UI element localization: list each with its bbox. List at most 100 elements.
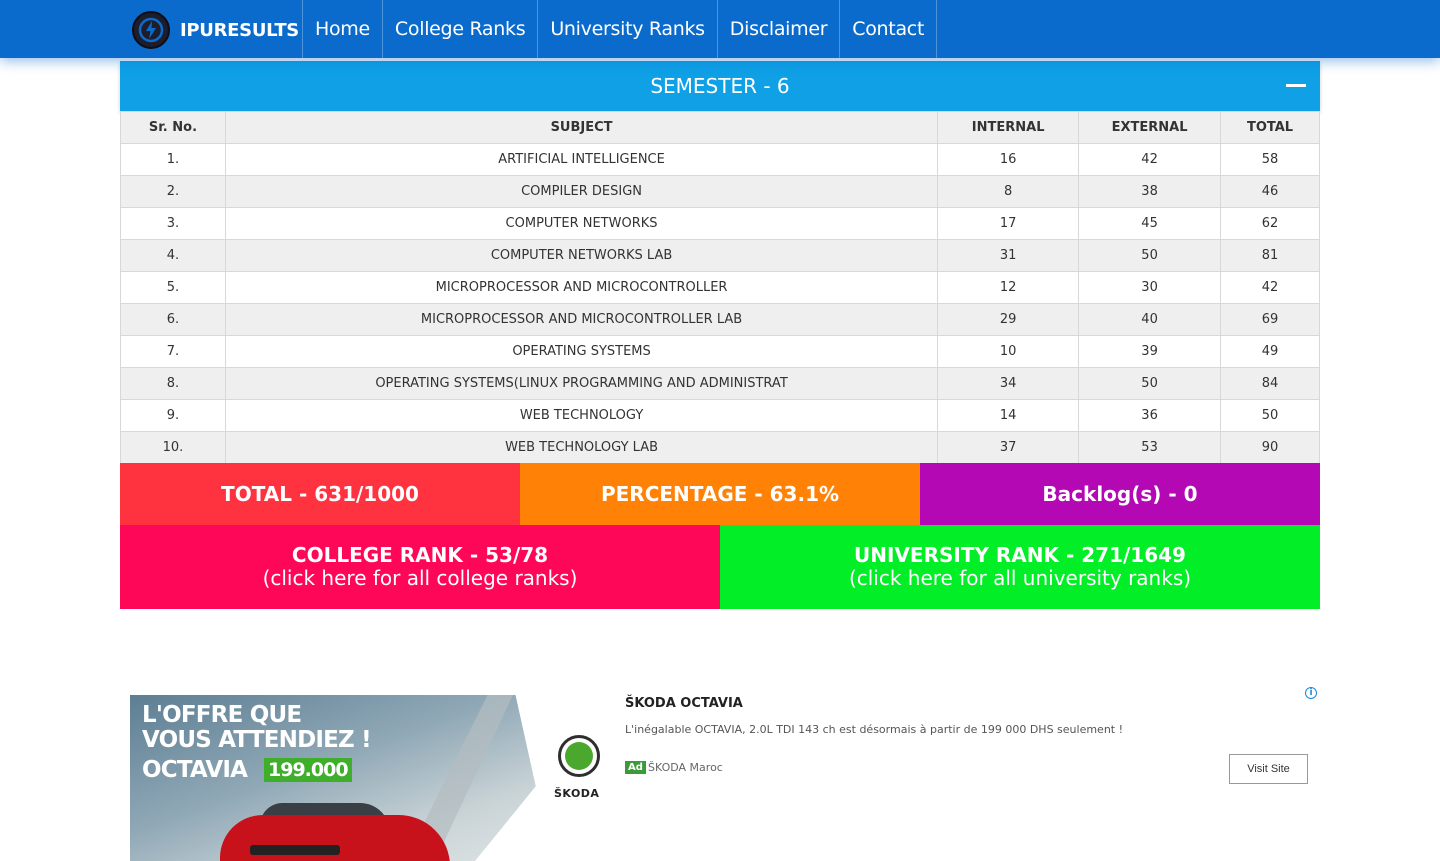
brand-name: IPURESULTS bbox=[180, 19, 299, 41]
cell-external: 53 bbox=[1078, 431, 1222, 464]
nav-college-ranks[interactable]: College Ranks bbox=[381, 0, 537, 58]
cell-external: 50 bbox=[1078, 367, 1222, 400]
cell-sr-no: 10. bbox=[120, 431, 226, 464]
cell-subject: COMPILER DESIGN bbox=[224, 175, 939, 208]
cell-internal: 34 bbox=[937, 367, 1080, 400]
ad-badge: Ad bbox=[625, 761, 646, 774]
cell-external: 30 bbox=[1078, 271, 1222, 304]
ad-price: 199.000 bbox=[264, 758, 352, 782]
cell-subject: OPERATING SYSTEMS bbox=[224, 335, 939, 368]
table-row: 8. OPERATING SYSTEMS(LINUX PROGRAMMING A… bbox=[120, 367, 1320, 400]
cell-external: 36 bbox=[1078, 399, 1222, 432]
cell-sr-no: 8. bbox=[120, 367, 226, 400]
cell-sr-no: 1. bbox=[120, 143, 226, 176]
cell-external: 42 bbox=[1078, 143, 1222, 176]
header-external: EXTERNAL bbox=[1078, 111, 1222, 144]
college-rank-link[interactable]: COLLEGE RANK - 53/78 (click here for all… bbox=[120, 525, 720, 609]
summary-row: TOTAL - 631/1000 PERCENTAGE - 63.1% Back… bbox=[120, 463, 1320, 525]
cell-total: 84 bbox=[1220, 367, 1320, 400]
header-internal: INTERNAL bbox=[937, 111, 1080, 144]
cell-external: 45 bbox=[1078, 207, 1222, 240]
cell-internal: 12 bbox=[937, 271, 1080, 304]
cell-sr-no: 5. bbox=[120, 271, 226, 304]
table-row: 2. COMPILER DESIGN 8 38 46 bbox=[120, 175, 1320, 208]
lightning-logo-icon bbox=[132, 11, 170, 49]
cell-subject: OPERATING SYSTEMS(LINUX PROGRAMMING AND … bbox=[224, 367, 939, 400]
cell-subject: COMPUTER NETWORKS LAB bbox=[224, 239, 939, 272]
cell-internal: 37 bbox=[937, 431, 1080, 464]
cell-sr-no: 7. bbox=[120, 335, 226, 368]
college-rank-hint: (click here for all college ranks) bbox=[262, 566, 578, 590]
ad-headline-line: VOUS ATTENDIEZ ! bbox=[142, 727, 372, 753]
cell-sr-no: 4. bbox=[120, 239, 226, 272]
backlogs-box: Backlog(s) - 0 bbox=[920, 463, 1320, 525]
ad-title[interactable]: ŠKODA OCTAVIA bbox=[625, 696, 743, 711]
marks-table: Sr. No. SUBJECT INTERNAL EXTERNAL TOTAL … bbox=[120, 111, 1320, 464]
cell-sr-no: 6. bbox=[120, 303, 226, 336]
cell-total: 90 bbox=[1220, 431, 1320, 464]
cell-internal: 29 bbox=[937, 303, 1080, 336]
cell-sr-no: 3. bbox=[120, 207, 226, 240]
university-rank-text: UNIVERSITY RANK - 271/1649 bbox=[854, 543, 1186, 567]
semester-header[interactable]: SEMESTER - 6 bbox=[120, 61, 1320, 111]
cell-total: 58 bbox=[1220, 143, 1320, 176]
table-row: 10. WEB TECHNOLOGY LAB 37 53 90 bbox=[120, 431, 1320, 464]
cell-internal: 14 bbox=[937, 399, 1080, 432]
cell-total: 49 bbox=[1220, 335, 1320, 368]
table-row: 3. COMPUTER NETWORKS 17 45 62 bbox=[120, 207, 1320, 240]
university-rank-hint: (click here for all university ranks) bbox=[848, 566, 1192, 590]
cell-total: 50 bbox=[1220, 399, 1320, 432]
cell-subject: WEB TECHNOLOGY LAB bbox=[224, 431, 939, 464]
cell-total: 62 bbox=[1220, 207, 1320, 240]
nav-menu: Home College Ranks University Ranks Disc… bbox=[302, 0, 938, 58]
table-row: 5. MICROPROCESSOR AND MICROCONTROLLER 12… bbox=[120, 271, 1320, 304]
nav-university-ranks[interactable]: University Ranks bbox=[537, 0, 716, 58]
car-grille bbox=[250, 845, 340, 855]
cell-total: 81 bbox=[1220, 239, 1320, 272]
cell-sr-no: 9. bbox=[120, 399, 226, 432]
cell-subject: MICROPROCESSOR AND MICROCONTROLLER LAB bbox=[224, 303, 939, 336]
cell-external: 39 bbox=[1078, 335, 1222, 368]
skoda-logo-text: ŠKODA bbox=[554, 787, 600, 800]
nav-disclaimer[interactable]: Disclaimer bbox=[716, 0, 839, 58]
table-row: 9. WEB TECHNOLOGY 14 36 50 bbox=[120, 399, 1320, 432]
table-row: 4. COMPUTER NETWORKS LAB 31 50 81 bbox=[120, 239, 1320, 272]
info-icon[interactable]: i bbox=[1305, 687, 1317, 699]
cell-subject: MICROPROCESSOR AND MICROCONTROLLER bbox=[224, 271, 939, 304]
visit-site-button[interactable]: Visit Site bbox=[1229, 754, 1308, 784]
table-header-row: Sr. No. SUBJECT INTERNAL EXTERNAL TOTAL bbox=[120, 111, 1320, 144]
cell-internal: 10 bbox=[937, 335, 1080, 368]
ad-headline-line: L'OFFRE QUE bbox=[142, 702, 302, 728]
rank-row: COLLEGE RANK - 53/78 (click here for all… bbox=[120, 525, 1320, 609]
total-marks-box: TOTAL - 631/1000 bbox=[120, 463, 520, 525]
table-row: 7. OPERATING SYSTEMS 10 39 49 bbox=[120, 335, 1320, 368]
minus-icon bbox=[1286, 84, 1306, 87]
cell-total: 69 bbox=[1220, 303, 1320, 336]
university-rank-link[interactable]: UNIVERSITY RANK - 271/1649 (click here f… bbox=[720, 525, 1320, 609]
brand[interactable]: IPURESULTS bbox=[132, 11, 299, 49]
skoda-logo-icon bbox=[558, 735, 600, 777]
header-sr-no: Sr. No. bbox=[120, 111, 226, 144]
ad-image[interactable]: L'OFFRE QUE VOUS ATTENDIEZ ! OCTAVIA 199… bbox=[130, 695, 610, 861]
semester-title: SEMESTER - 6 bbox=[650, 74, 790, 98]
nav-contact[interactable]: Contact bbox=[839, 0, 938, 58]
ad-description: L'inégalable OCTAVIA, 2.0L TDI 143 ch es… bbox=[625, 723, 1124, 736]
cell-total: 46 bbox=[1220, 175, 1320, 208]
cell-internal: 17 bbox=[937, 207, 1080, 240]
cell-sr-no: 2. bbox=[120, 175, 226, 208]
header-total: TOTAL bbox=[1220, 111, 1320, 144]
college-rank-text: COLLEGE RANK - 53/78 bbox=[291, 543, 549, 567]
advertisement: L'OFFRE QUE VOUS ATTENDIEZ ! OCTAVIA 199… bbox=[130, 685, 1320, 861]
cell-subject: COMPUTER NETWORKS bbox=[224, 207, 939, 240]
header-subject: SUBJECT bbox=[224, 111, 939, 144]
nav-home[interactable]: Home bbox=[302, 0, 382, 58]
ad-advertiser: ŠKODA Maroc bbox=[648, 761, 723, 774]
cell-external: 40 bbox=[1078, 303, 1222, 336]
cell-subject: WEB TECHNOLOGY bbox=[224, 399, 939, 432]
table-row: 1. ARTIFICIAL INTELLIGENCE 16 42 58 bbox=[120, 143, 1320, 176]
cell-external: 38 bbox=[1078, 175, 1222, 208]
table-row: 6. MICROPROCESSOR AND MICROCONTROLLER LA… bbox=[120, 303, 1320, 336]
cell-internal: 31 bbox=[937, 239, 1080, 272]
cell-total: 42 bbox=[1220, 271, 1320, 304]
navbar: IPURESULTS Home College Ranks University… bbox=[0, 0, 1440, 58]
